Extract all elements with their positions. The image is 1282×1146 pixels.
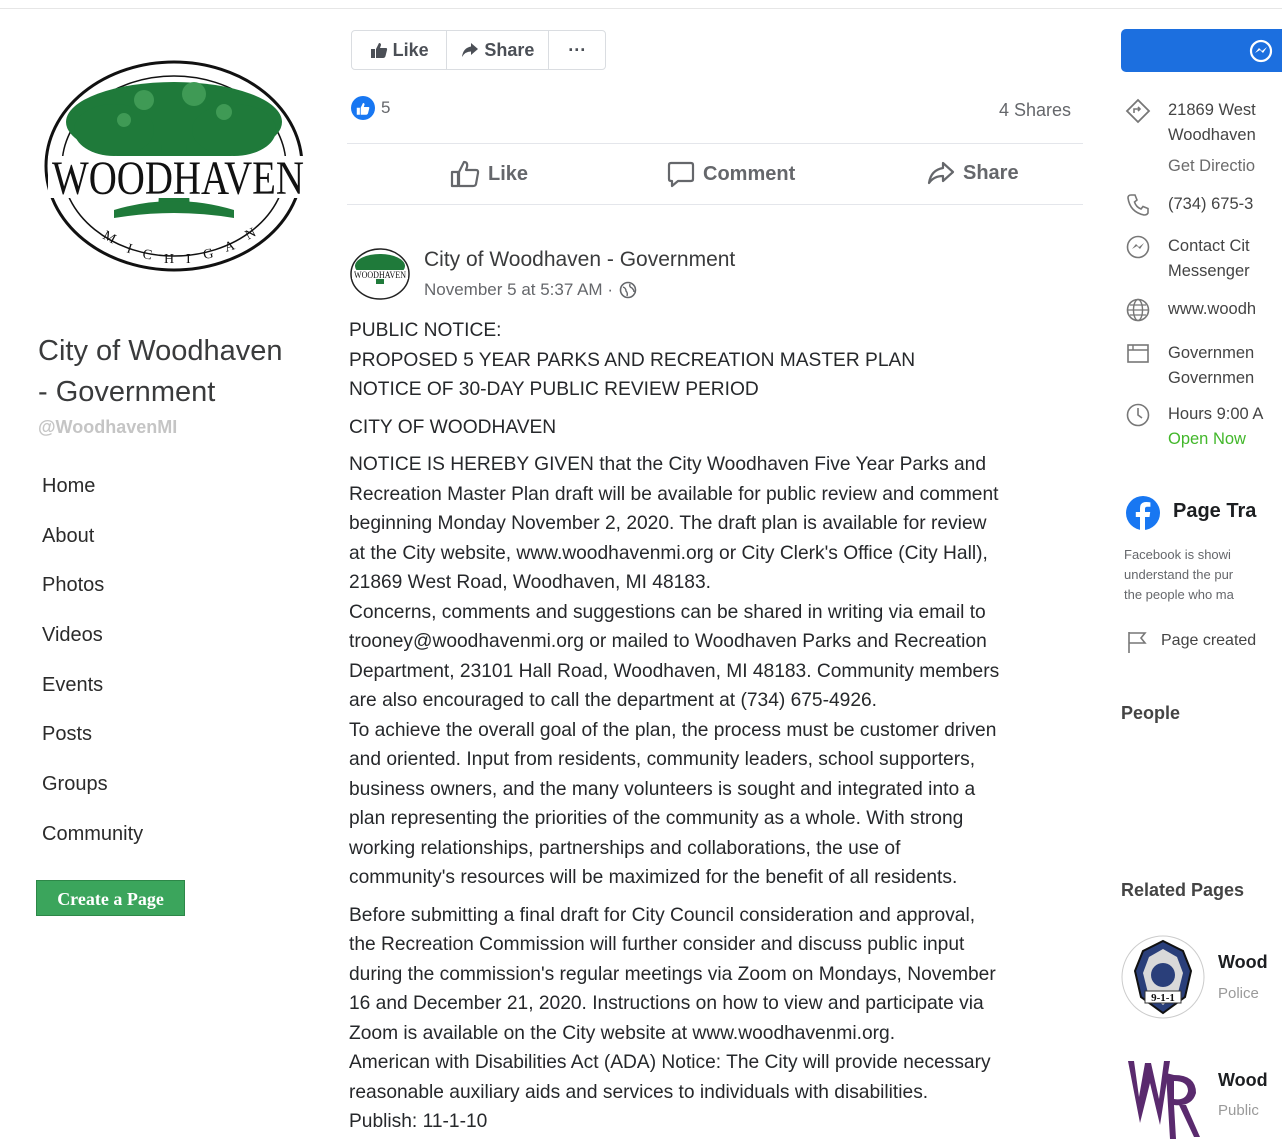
open-now-status: Open Now <box>1168 430 1246 448</box>
facebook-logo-icon <box>1126 496 1160 530</box>
related-page-avatar[interactable] <box>1124 1053 1204 1141</box>
post-share-label: Share <box>963 161 1019 184</box>
post-timestamp[interactable]: November 5 at 5:37 AM · <box>424 280 613 300</box>
category-line1: Governmen <box>1168 344 1255 362</box>
clock-icon <box>1126 403 1150 427</box>
page-title: City of Woodhaven - Government <box>38 331 283 413</box>
svg-text:I: I <box>186 252 191 267</box>
messenger-icon <box>1249 39 1273 63</box>
page-like-label: Like <box>392 39 429 60</box>
post-action-bar: Like Comment Share <box>347 143 1083 205</box>
nav-item-photos[interactable]: Photos <box>42 569 282 619</box>
related-page-name[interactable]: Wood <box>1218 952 1268 973</box>
hours-text: Hours 9:00 A <box>1168 405 1264 423</box>
nav-item-community[interactable]: Community <box>42 818 282 868</box>
post-like-label: Like <box>488 162 529 185</box>
page-like-button[interactable]: Like <box>352 31 448 69</box>
messenger-outline-icon <box>1126 235 1150 259</box>
globe-outline-icon <box>1126 298 1150 322</box>
messenger-line2: Messenger <box>1168 262 1250 280</box>
post-paragraph: PUBLIC NOTICE: PROPOSED 5 YEAR PARKS AND… <box>349 320 916 400</box>
related-page-category: Police <box>1218 985 1259 1002</box>
svg-text:H: H <box>164 252 174 267</box>
thumbs-up-icon <box>370 43 387 58</box>
related-page-avatar[interactable]: 9-1-1 <box>1121 935 1205 1019</box>
page-more-button[interactable]: ··· <box>549 31 605 69</box>
post-paragraph: Before submitting a final draft for City… <box>349 904 996 1133</box>
post-paragraph: NOTICE IS HEREBY GIVEN that the City Woo… <box>349 454 1000 888</box>
create-page-button[interactable]: Create a Page <box>36 880 185 916</box>
nav-item-groups[interactable]: Groups <box>42 768 282 818</box>
nav-item-events[interactable]: Events <box>42 669 282 719</box>
more-dots-icon: ··· <box>568 39 587 60</box>
page-share-button[interactable]: Share <box>447 31 550 69</box>
phone-number: (734) 675-3 <box>1168 195 1254 213</box>
page-nav: Home About Photos Videos Events Posts Gr… <box>42 470 282 868</box>
nav-item-posts[interactable]: Posts <box>42 718 282 768</box>
nav-item-videos[interactable]: Videos <box>42 619 282 669</box>
reaction-summary[interactable]: 5 <box>351 96 390 120</box>
post-meta: November 5 at 5:37 AM · <box>424 280 637 300</box>
related-page-name[interactable]: Wood <box>1218 1070 1268 1091</box>
post-paragraph: CITY OF WOODHAVEN <box>349 416 557 438</box>
phone-icon <box>1127 194 1149 216</box>
globe-icon <box>619 281 637 299</box>
page-title-line2: - Government <box>38 376 216 408</box>
nav-item-about[interactable]: About <box>42 520 282 570</box>
transparency-line1: Facebook is showi <box>1124 547 1231 562</box>
page-title-line1: City of Woodhaven <box>38 335 283 367</box>
related-page-category: Public <box>1218 1102 1259 1119</box>
address-line1: 21869 West <box>1168 101 1256 119</box>
address-line2: Woodhaven <box>1168 126 1256 144</box>
people-heading: People <box>1121 703 1181 723</box>
author-avatar[interactable]: WOODHAVEN <box>350 248 410 300</box>
page-created-text: Page created <box>1161 632 1257 649</box>
post-author-name[interactable]: City of Woodhaven - Government <box>424 248 735 272</box>
transparency-line2: understand the pur <box>1124 567 1234 582</box>
svg-text:WOODHAVEN: WOODHAVEN <box>52 152 304 205</box>
share-arrow-icon <box>462 43 479 57</box>
shares-count[interactable]: 4 Shares <box>940 100 1071 121</box>
post-body: PUBLIC NOTICE: PROPOSED 5 YEAR PARKS AND… <box>349 316 1074 1137</box>
share-outline-icon <box>927 161 955 185</box>
get-directions-link[interactable]: Get Directio <box>1168 154 1256 179</box>
page-share-label: Share <box>484 39 535 60</box>
flag-icon <box>1128 632 1147 653</box>
svg-text:WOODHAVEN: WOODHAVEN <box>354 270 406 280</box>
page-transparency-text: Facebook is showi understand the pur the… <box>1124 545 1282 605</box>
badge-number: 9-1-1 <box>1151 992 1175 1004</box>
page-handle[interactable]: @WoodhavenMI <box>38 417 177 438</box>
website-link[interactable]: www.woodh <box>1168 297 1256 322</box>
woodhaven-logo[interactable]: WOODHAVEN M I C H I G A N <box>44 60 312 276</box>
post-comment-label: Comment <box>703 162 796 185</box>
reaction-count: 5 <box>381 98 391 117</box>
page-transparency-title[interactable]: Page Tra <box>1173 500 1256 523</box>
send-message-button[interactable] <box>1121 29 1282 72</box>
category-tag-icon <box>1127 344 1149 363</box>
page-action-bar: Like Share ··· <box>351 30 606 70</box>
thumbs-up-outline-icon <box>450 160 480 188</box>
post-share-button[interactable]: Share <box>927 160 1019 186</box>
directions-icon <box>1125 98 1151 124</box>
post-comment-button[interactable]: Comment <box>667 160 795 188</box>
comment-bubble-icon <box>667 161 695 188</box>
like-reaction-icon <box>351 96 375 120</box>
messenger-line1: Contact Cit <box>1168 237 1250 255</box>
nav-item-home[interactable]: Home <box>42 470 282 520</box>
top-divider <box>0 8 1282 9</box>
transparency-line3: the people who ma <box>1124 587 1234 602</box>
post-like-button[interactable]: Like <box>450 160 528 188</box>
category-line2: Governmen <box>1168 369 1255 387</box>
related-pages-heading: Related Pages <box>1121 880 1245 900</box>
